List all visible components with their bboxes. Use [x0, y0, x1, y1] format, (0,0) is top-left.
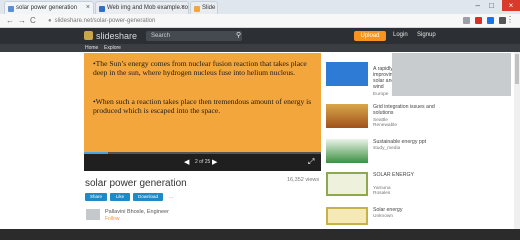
search-input[interactable]: Search	[146, 31, 242, 41]
logo-icon[interactable]	[84, 31, 93, 40]
presentation-title: solar power generation	[85, 178, 187, 189]
slide-page-info: 2 of 25	[195, 159, 211, 165]
minimize-icon[interactable]: –	[476, 1, 480, 10]
author-name[interactable]: Pallavini Bhosle, Engineer	[105, 209, 169, 215]
related-title[interactable]: Sustainable energy ppt	[373, 139, 453, 145]
related-thumbnail[interactable]	[326, 139, 368, 163]
fullscreen-icon[interactable]: ⤢	[308, 157, 314, 167]
avatar[interactable]	[86, 209, 100, 220]
extension-icon[interactable]	[475, 17, 482, 24]
related-title[interactable]: Grid integration issues and solutions	[373, 104, 453, 116]
related-thumbnail[interactable]	[326, 104, 368, 128]
like-button[interactable]: Like	[110, 193, 130, 201]
extension-icon[interactable]	[487, 17, 494, 24]
related-title[interactable]: Solar energy	[373, 207, 453, 213]
related-author: Seattle Renewable	[373, 118, 398, 128]
related-author: Europe	[373, 92, 389, 97]
signup-link[interactable]: Signup	[417, 32, 436, 38]
tab-label: Slide	[202, 5, 216, 11]
related-thumbnail[interactable]	[326, 207, 368, 225]
slide-viewer[interactable]: •The Sun’s energy comes from nuclear fus…	[84, 53, 321, 163]
slide-controls: ◀ 2 of 25 ▶ ⤢	[84, 152, 321, 171]
tab-label: Web img and Mob example.co	[107, 5, 188, 11]
follow-link[interactable]: Follow	[105, 216, 119, 222]
reload-icon[interactable]: C	[30, 16, 36, 25]
login-link[interactable]: Login	[393, 32, 408, 38]
forward-icon[interactable]: →	[18, 16, 26, 25]
taskbar	[0, 229, 520, 240]
view-count: 16,352 views	[287, 177, 320, 183]
favicon-icon	[8, 6, 14, 12]
menu-icon[interactable]: ⋮	[506, 15, 514, 24]
profile-icon[interactable]	[499, 17, 506, 24]
back-icon[interactable]: ←	[6, 16, 14, 25]
previous-slide-icon[interactable]: ◀	[184, 158, 189, 166]
close-icon[interactable]: ×	[86, 4, 90, 11]
related-author: study_media	[373, 146, 401, 151]
sub-navigation: Home Explore	[0, 44, 520, 52]
close-icon[interactable]: ×	[181, 4, 185, 11]
url-text: slideshare.net/solar-power-generation	[54, 18, 156, 24]
window-close-icon[interactable]: ×	[502, 0, 520, 11]
slide-paragraph: •When such a reaction takes place then t…	[93, 97, 312, 116]
browser-tab[interactable]: Web img and Mob example.co ×	[95, 1, 189, 14]
browser-tab[interactable]: Slide	[190, 1, 218, 14]
nav-home[interactable]: Home	[85, 44, 98, 52]
star-icon[interactable]	[463, 17, 470, 24]
search-icon[interactable]: ⚲	[236, 31, 241, 39]
related-author: Unknown	[373, 214, 393, 219]
share-button[interactable]: Share	[85, 193, 107, 201]
related-author: Yamuna Rosales	[373, 186, 391, 196]
site-logo[interactable]: slideshare	[96, 31, 137, 41]
site-header: slideshare Search ⚲ Upload Login Signup	[0, 28, 520, 44]
related-thumbnail[interactable]	[326, 62, 368, 86]
favicon-icon	[194, 6, 200, 12]
search-placeholder: Search	[151, 33, 171, 39]
maximize-icon[interactable]: □	[489, 1, 494, 10]
favicon-icon	[99, 6, 105, 12]
address-bar: ← → C ● slideshare.net/solar-power-genera…	[0, 14, 520, 28]
next-slide-icon[interactable]: ▶	[212, 158, 217, 166]
scrollbar-thumb[interactable]	[515, 54, 519, 84]
more-button[interactable]: ...	[166, 193, 176, 201]
related-thumbnail[interactable]	[326, 172, 368, 196]
lock-icon: ●	[48, 18, 52, 24]
nav-explore[interactable]: Explore	[104, 44, 121, 52]
slide-progress-track[interactable]	[108, 152, 321, 154]
browser-tab-active[interactable]: solar power generation ×	[4, 1, 94, 14]
browser-tab-bar: solar power generation × Web img and Mob…	[0, 0, 520, 14]
download-button[interactable]: Download	[133, 193, 163, 201]
slide-paragraph: •The Sun’s energy comes from nuclear fus…	[93, 59, 307, 78]
slide-progress	[84, 152, 108, 154]
tab-label: solar power generation	[16, 5, 78, 11]
related-title[interactable]: SOLAR ENERGY	[373, 172, 453, 178]
ad-placeholder	[392, 53, 511, 96]
upload-button[interactable]: Upload	[354, 31, 386, 41]
url-field[interactable]: ● slideshare.net/solar-power-generation	[48, 16, 448, 26]
